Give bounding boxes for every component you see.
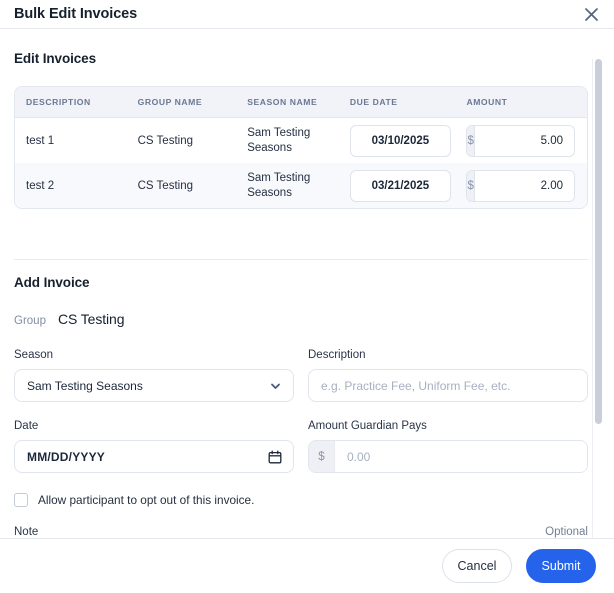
cell-description: test 2	[26, 179, 55, 192]
submit-button[interactable]: Submit	[526, 549, 596, 583]
opt-out-label: Allow participant to opt out of this inv…	[38, 493, 255, 507]
amount-guardian-pays-field: Amount Guardian Pays $	[308, 420, 588, 473]
column-header-group-name: GROUP NAME	[137, 97, 203, 107]
chevron-down-icon	[269, 379, 282, 392]
date-input[interactable]: MM/DD/YYYY	[14, 440, 294, 473]
season-label: Season	[14, 349, 54, 361]
amount-guardian-pays-input[interactable]	[335, 441, 587, 472]
note-header: Note Optional	[14, 526, 588, 538]
amount-guardian-pays-group: $	[308, 440, 588, 473]
cell-amount: $	[466, 124, 587, 157]
cell-description: test 1	[26, 134, 55, 147]
currency-symbol: $	[467, 125, 475, 156]
close-icon	[584, 7, 599, 22]
cell-group-name: CS Testing	[137, 179, 193, 192]
cell-season-name: Sam Testing Seasons	[247, 171, 311, 199]
amount-guardian-pays-label: Amount Guardian Pays	[308, 420, 427, 432]
note-optional-label: Optional	[545, 526, 588, 538]
cell-season-name: Sam Testing Seasons	[247, 126, 311, 154]
description-field: Description	[308, 349, 588, 402]
calendar-icon[interactable]	[268, 450, 282, 464]
amount-input[interactable]	[474, 125, 575, 156]
due-date-input[interactable]	[349, 124, 451, 157]
modal-footer: Cancel Submit	[0, 538, 614, 593]
amount-input[interactable]	[474, 170, 575, 201]
modal-header: Bulk Edit Invoices	[0, 0, 614, 29]
bulk-edit-invoices-modal: Bulk Edit Invoices Edit Invoices DESCRIP…	[0, 0, 614, 593]
table-row: test 2 CS Testing Sam Testing Seasons $	[15, 163, 587, 208]
edit-invoices-heading: Edit Invoices	[14, 51, 96, 66]
edit-invoices-table: DESCRIPTION GROUP NAME SEASON NAME DUE D…	[14, 86, 588, 209]
opt-out-row[interactable]: Allow participant to opt out of this inv…	[14, 493, 254, 507]
group-row: Group CS Testing	[14, 311, 125, 327]
column-header-description: DESCRIPTION	[26, 97, 91, 107]
modal-body: Edit Invoices DESCRIPTION GROUP NAME SEA…	[0, 29, 603, 538]
note-label: Note	[14, 526, 39, 538]
description-input[interactable]	[308, 369, 588, 402]
table-header-row: DESCRIPTION GROUP NAME SEASON NAME DUE D…	[15, 87, 587, 118]
date-label: Date	[14, 420, 39, 432]
currency-symbol: $	[467, 170, 475, 201]
group-label: Group	[14, 315, 46, 327]
cell-amount: $	[466, 169, 587, 202]
scrollbar-thumb[interactable]	[595, 59, 602, 424]
cell-due-date	[349, 169, 467, 202]
column-header-season-name: SEASON NAME	[247, 96, 318, 107]
group-value: CS Testing	[57, 311, 125, 327]
description-label: Description	[308, 349, 366, 361]
amount-input-group: $	[466, 124, 576, 157]
table-row: test 1 CS Testing Sam Testing Seasons $	[15, 118, 587, 163]
page-title: Bulk Edit Invoices	[14, 6, 138, 22]
section-divider	[14, 259, 588, 260]
season-selected-value: Sam Testing Seasons	[27, 378, 143, 393]
cancel-button[interactable]: Cancel	[442, 549, 512, 583]
amount-input-group: $	[466, 169, 576, 202]
scrollbar-track[interactable]	[592, 59, 603, 538]
cell-due-date	[349, 124, 467, 157]
opt-out-checkbox[interactable]	[14, 493, 28, 507]
season-field: Season Sam Testing Seasons	[14, 349, 294, 402]
date-value: MM/DD/YYYY	[27, 449, 106, 464]
date-field: Date MM/DD/YYYY	[14, 420, 294, 473]
season-select[interactable]: Sam Testing Seasons	[14, 369, 294, 402]
cell-group-name: CS Testing	[137, 134, 193, 147]
due-date-input[interactable]	[349, 169, 451, 202]
column-header-amount: AMOUNT	[466, 97, 508, 107]
currency-symbol: $	[309, 441, 335, 472]
close-button[interactable]	[580, 3, 602, 25]
add-invoice-heading: Add Invoice	[14, 275, 90, 290]
column-header-due-date: DUE DATE	[349, 97, 398, 107]
